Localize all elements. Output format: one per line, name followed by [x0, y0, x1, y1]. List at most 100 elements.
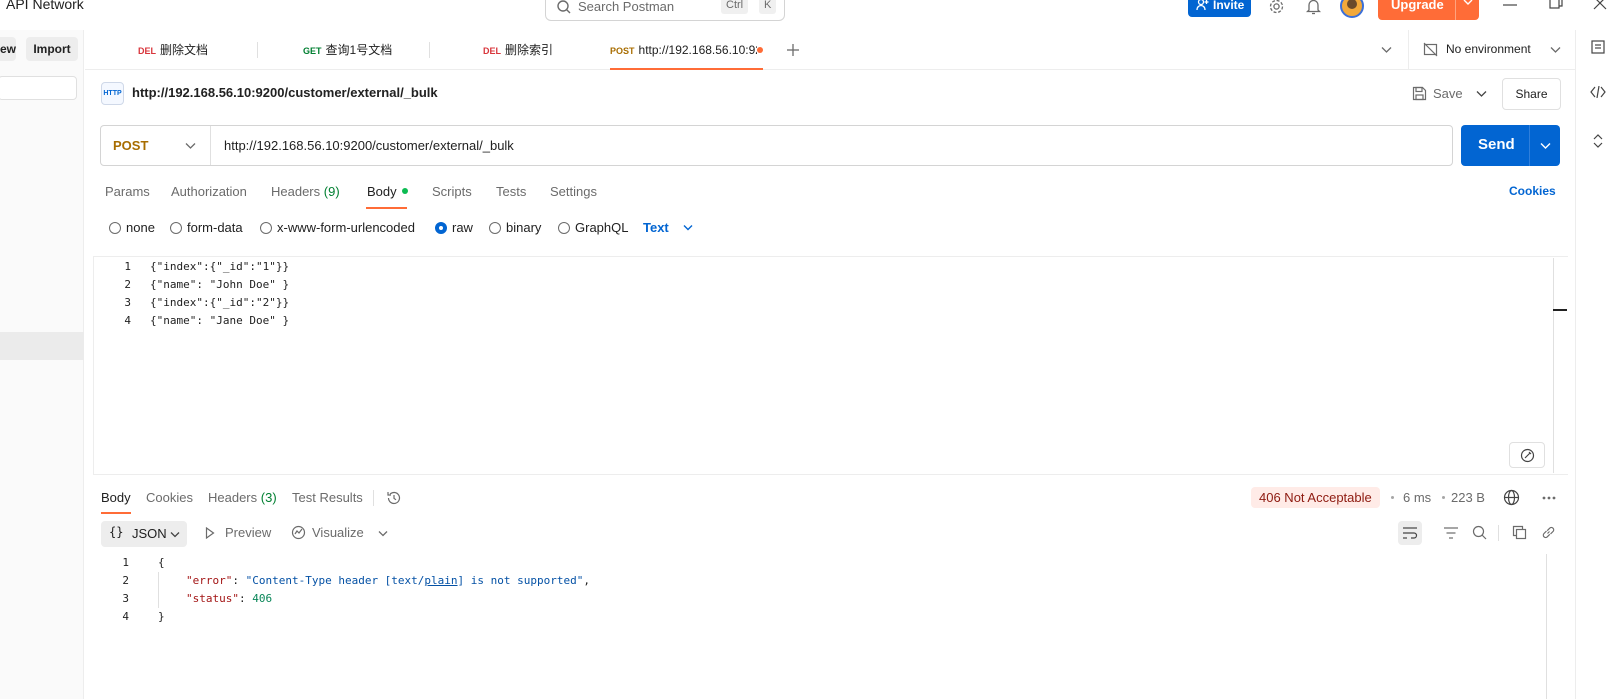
request-body-editor[interactable]: 1 {"index":{"_id":"1"}} 2 {"name": "John… — [93, 256, 1568, 475]
send-divider — [1529, 125, 1530, 166]
response-tab-test-results[interactable]: Test Results — [292, 490, 363, 505]
tab-headers[interactable]: Headers (9) — [271, 184, 340, 199]
tab-authorization[interactable]: Authorization — [171, 184, 247, 199]
raw-format-select[interactable]: Text — [643, 220, 669, 235]
response-size[interactable]: 223 B — [1451, 490, 1485, 505]
search-icon[interactable] — [1472, 525, 1487, 540]
code-line: {"index":{"_id":"2"}} — [150, 296, 290, 309]
url-input[interactable] — [224, 138, 1424, 153]
response-tab-headers[interactable]: Headers (3) — [208, 490, 277, 505]
chevron-down-icon — [1550, 47, 1561, 53]
notification-bell-icon[interactable] — [1306, 0, 1321, 15]
body-type-raw[interactable]: raw — [435, 220, 473, 235]
chevron-down-icon[interactable] — [1463, 0, 1473, 6]
cookies-link[interactable]: Cookies — [1509, 184, 1556, 198]
json-key: "status" — [186, 592, 239, 605]
body-type-binary[interactable]: binary — [489, 220, 541, 235]
method-badge: DEL — [483, 46, 501, 56]
network-globe-icon[interactable] — [1503, 489, 1520, 506]
no-environment-icon — [1423, 42, 1438, 57]
save-label: Save — [1433, 86, 1463, 101]
body-type-form-data[interactable]: form-data — [170, 220, 243, 235]
environment-quicklook-icon[interactable] — [1591, 40, 1605, 54]
method-select[interactable]: POST — [101, 126, 211, 165]
body-type-graphql[interactable]: GraphQL — [558, 220, 628, 235]
response-tab-cookies[interactable]: Cookies — [146, 490, 193, 505]
global-search[interactable]: Search Postman Ctrl K — [545, 0, 785, 21]
related-collections-icon[interactable] — [1592, 134, 1604, 148]
line-number: 2 — [122, 574, 129, 587]
upgrade-button[interactable]: Upgrade — [1378, 0, 1479, 20]
share-button[interactable]: Share — [1502, 78, 1561, 110]
beautify-icon — [1520, 448, 1535, 463]
link-icon[interactable] — [1541, 525, 1556, 540]
tab-get-document-1[interactable]: GET 查询1号文档 — [303, 30, 475, 70]
divider — [1498, 525, 1499, 541]
copy-icon[interactable] — [1512, 525, 1527, 540]
response-format-select[interactable]: {} JSON — [101, 521, 187, 547]
import-button[interactable]: Import — [26, 37, 78, 61]
tab-tests[interactable]: Tests — [496, 184, 526, 199]
sidebar-selected-item[interactable] — [0, 332, 84, 360]
method-badge: POST — [610, 46, 635, 56]
upgrade-label: Upgrade — [1391, 0, 1444, 12]
new-tab-plus-icon[interactable] — [786, 43, 800, 57]
tab-label: 查询1号文档 — [325, 43, 393, 57]
invite-button[interactable]: Invite — [1188, 0, 1251, 17]
settings-gear-icon[interactable] — [1268, 0, 1285, 15]
json-comma: , — [583, 574, 591, 587]
response-body-viewer[interactable]: 1 { 2 "error": "Content-Type header [tex… — [93, 554, 1545, 699]
play-icon — [205, 527, 215, 539]
editor-scroll-thumb[interactable] — [1553, 309, 1567, 311]
json-link[interactable]: plain — [424, 574, 457, 587]
more-options-icon[interactable] — [1542, 496, 1556, 500]
user-avatar[interactable] — [1340, 0, 1364, 18]
response-scrollbar[interactable] — [1546, 554, 1547, 699]
tab-params[interactable]: Params — [105, 184, 150, 199]
send-button[interactable]: Send — [1461, 125, 1560, 166]
editor-scrollbar[interactable] — [1553, 258, 1554, 473]
send-options-chevron-icon[interactable] — [1540, 142, 1551, 150]
sidebar-filter-input[interactable] — [0, 76, 77, 100]
visualize-options-chevron-icon[interactable] — [378, 530, 388, 537]
tab-post-bulk[interactable]: POST http://192.168.56.10:92 — [610, 30, 763, 70]
line-number: 3 — [124, 296, 131, 309]
upgrade-divider — [1455, 0, 1456, 20]
body-type-urlencoded[interactable]: x-www-form-urlencoded — [260, 220, 415, 235]
response-tab-body[interactable]: Body — [101, 490, 131, 505]
active-tab-indicator — [366, 207, 407, 209]
code-snippet-icon[interactable] — [1590, 86, 1606, 98]
tab-delete-document[interactable]: DEL 删除文档 — [138, 30, 310, 70]
wrap-lines-button[interactable] — [1398, 521, 1422, 545]
response-time[interactable]: 6 ms — [1403, 490, 1431, 505]
response-status-badge[interactable]: 406 Not Acceptable — [1251, 487, 1380, 508]
request-title[interactable]: http://192.168.56.10:9200/customer/exter… — [132, 85, 438, 100]
history-icon[interactable] — [386, 490, 402, 506]
separator-dot — [1442, 496, 1445, 499]
visualize-icon — [291, 525, 306, 540]
tab-scripts[interactable]: Scripts — [432, 184, 472, 199]
code-line: {"name": "John Doe" } — [150, 278, 290, 291]
chevron-down-icon[interactable] — [683, 224, 693, 231]
environment-label: No environment — [1446, 42, 1531, 56]
restore-window-icon[interactable] — [1549, 0, 1563, 10]
tab-divider — [429, 42, 430, 58]
beautify-button[interactable] — [1509, 442, 1545, 468]
new-button[interactable]: ew — [0, 37, 16, 61]
response-headers-count: (3) — [260, 490, 277, 505]
body-type-none[interactable]: none — [109, 220, 155, 235]
tab-body[interactable]: Body — [367, 184, 397, 199]
environment-selector[interactable]: No environment — [1415, 30, 1565, 70]
minimize-icon[interactable] — [1503, 4, 1517, 6]
save-button[interactable]: Save — [1410, 78, 1470, 110]
workspace-title[interactable]: API Network — [6, 0, 84, 12]
filter-icon[interactable] — [1443, 526, 1459, 540]
save-options-chevron-icon[interactable] — [1476, 90, 1487, 98]
code-line: "status": 406 — [186, 592, 272, 605]
line-number: 3 — [122, 592, 129, 605]
tabs-overflow-chevron-icon[interactable] — [1381, 46, 1392, 54]
invite-label: Invite — [1213, 0, 1245, 12]
close-window-icon[interactable] — [1593, 0, 1607, 10]
method-badge: GET — [303, 46, 322, 56]
tab-settings[interactable]: Settings — [550, 184, 597, 199]
